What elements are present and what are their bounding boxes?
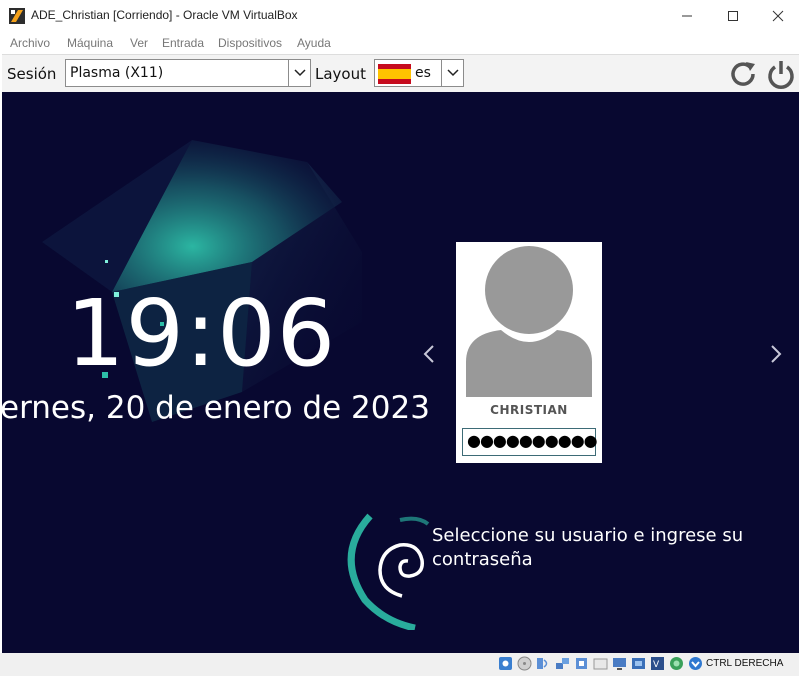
title-bar: ADE_Christian [Corriendo] - Oracle VM Vi…: [0, 0, 799, 32]
maximize-icon: [728, 11, 738, 21]
login-prompt: Seleccione su usuario e ingrese su contr…: [432, 525, 744, 570]
menu-dispositivos[interactable]: Dispositivos: [218, 36, 282, 50]
close-button[interactable]: [755, 0, 799, 32]
usb-icon[interactable]: [574, 656, 589, 671]
session-dropdown-button[interactable]: [288, 60, 311, 86]
menu-entrada[interactable]: Entrada: [162, 36, 204, 50]
virtualbox-app-icon: [9, 8, 25, 24]
maximize-button[interactable]: [710, 0, 756, 32]
user-name: CHRISTIAN: [490, 403, 568, 417]
network-icon[interactable]: [555, 656, 570, 671]
window-title: ADE_Christian [Corriendo] - Oracle VM Vi…: [31, 8, 298, 22]
layout-select-value: es: [415, 65, 431, 81]
audio-icon[interactable]: [536, 656, 551, 671]
keyboard-icon[interactable]: [688, 656, 703, 671]
svg-text:V: V: [653, 660, 660, 670]
host-key-label: CTRL DERECHA: [706, 658, 784, 669]
avatar: [466, 246, 592, 397]
clock: 19:06: [66, 280, 337, 387]
session-label: Sesión: [7, 65, 57, 83]
layout-dropdown-button[interactable]: [441, 60, 464, 86]
chevron-down-icon: [447, 69, 459, 77]
menu-maquina[interactable]: Máquina: [67, 36, 113, 50]
chevron-down-icon: [294, 69, 306, 77]
status-bar: V CTRL DERECHA: [0, 653, 799, 676]
power-icon[interactable]: [766, 59, 796, 89]
shared-folders-icon[interactable]: [593, 656, 608, 671]
minimize-icon: [682, 15, 692, 17]
password-field[interactable]: ●●●●●●●●●●: [462, 428, 598, 456]
menu-archivo[interactable]: Archivo: [10, 36, 50, 50]
optical-drive-icon[interactable]: [517, 656, 532, 671]
minimize-button[interactable]: [664, 0, 710, 32]
mouse-integration-icon[interactable]: [669, 656, 684, 671]
lock-screen: 19:06 ernes, 20 de enero de 2023 CHRISTI…: [2, 92, 799, 653]
video-capture-icon[interactable]: [631, 656, 646, 671]
menu-bar: Archivo Máquina Ver Entrada Dispositivos…: [0, 32, 799, 54]
password-value: ●●●●●●●●●●: [467, 431, 598, 450]
date: ernes, 20 de enero de 2023: [2, 390, 430, 426]
session-select-value: Plasma (X11): [70, 65, 164, 81]
chevron-right-icon[interactable]: [766, 342, 786, 366]
virtualization-icon[interactable]: V: [650, 656, 665, 671]
hard-disk-icon[interactable]: [498, 656, 513, 671]
display-icon[interactable]: [612, 656, 627, 671]
reboot-icon[interactable]: [728, 59, 758, 89]
menu-ver[interactable]: Ver: [130, 36, 148, 50]
user-card[interactable]: CHRISTIAN ●●●●●●●●●●: [456, 242, 602, 463]
layout-select[interactable]: es: [374, 59, 464, 87]
layout-label: Layout: [315, 65, 366, 83]
spain-flag-icon: [378, 64, 411, 84]
menu-ayuda[interactable]: Ayuda: [297, 36, 331, 50]
session-select[interactable]: Plasma (X11): [65, 59, 311, 87]
chevron-left-icon[interactable]: [419, 342, 439, 366]
close-icon: [772, 10, 784, 22]
session-bar: Sesión Plasma (X11) Layout es: [2, 54, 799, 93]
